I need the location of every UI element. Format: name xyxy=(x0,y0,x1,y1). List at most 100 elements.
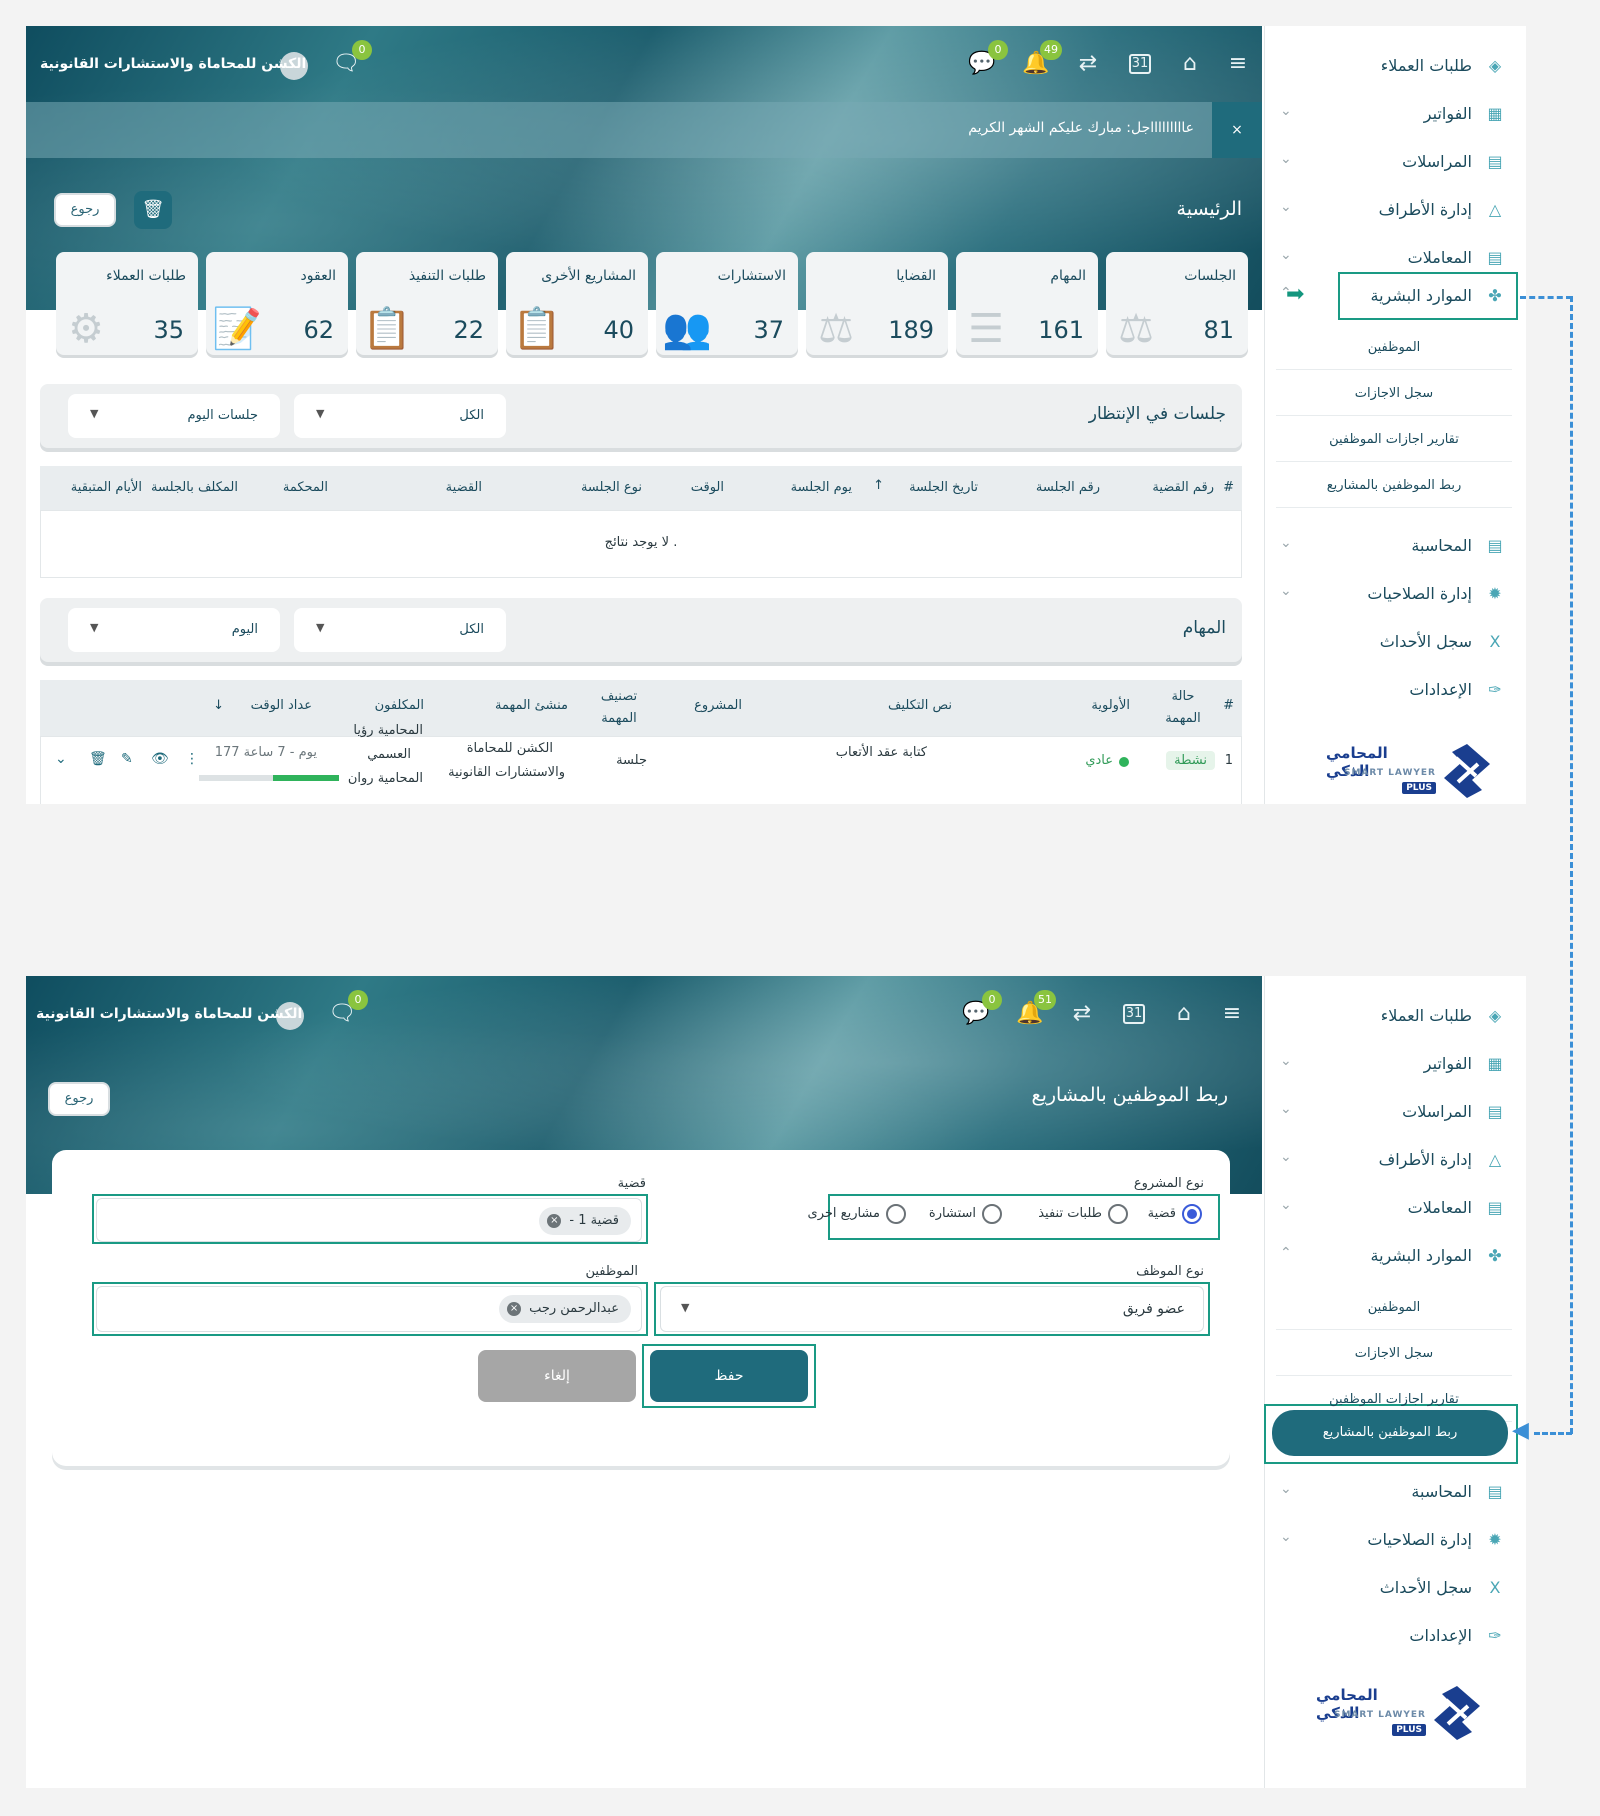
column-header[interactable]: الأولوية xyxy=(1091,698,1130,713)
chevron-down-icon[interactable]: ⌄ xyxy=(1280,535,1292,551)
column-header[interactable]: # xyxy=(1223,480,1234,495)
sidebar-item[interactable]: المعاملات ▤ ⌄ xyxy=(1276,1188,1512,1228)
menu-icon[interactable]: ≡ xyxy=(1222,48,1254,80)
sidebar-item[interactable]: الإعدادات ✑ xyxy=(1276,1616,1512,1656)
bell-icon[interactable]: 🔔 51 xyxy=(1014,990,1056,1030)
column-header[interactable]: المحكمة xyxy=(283,480,328,495)
stat-card[interactable]: الجلسات 81 ⚖ xyxy=(1106,252,1248,355)
sidebar-item[interactable]: إدارة الأطراف △ ⌄ xyxy=(1276,190,1512,230)
delete-button[interactable]: 🗑 xyxy=(134,191,172,229)
chevron-down-icon[interactable]: ⌄ xyxy=(55,751,67,767)
sidebar-item[interactable]: المحاسبة ▤ ⌄ xyxy=(1276,1472,1512,1512)
back-button[interactable]: رجوع xyxy=(54,193,116,227)
trash-icon[interactable]: 🗑 xyxy=(89,751,107,767)
case-chip[interactable]: × - قضية 1 xyxy=(539,1207,631,1235)
employees-select[interactable]: × عبدالرحمن رجب xyxy=(96,1286,642,1332)
chevron-down-icon[interactable]: ⌄ xyxy=(1280,583,1292,599)
edit-icon[interactable]: ✎ xyxy=(121,751,133,767)
chevron-down-icon[interactable]: ⌄ xyxy=(1280,103,1292,119)
sidebar-item[interactable]: الإعدادات ✑ xyxy=(1276,670,1512,710)
home-icon[interactable]: ⌂ xyxy=(1174,48,1206,80)
close-icon[interactable]: × xyxy=(507,1302,522,1316)
column-header[interactable]: نوع الجلسة xyxy=(581,480,642,495)
sidebar-item[interactable]: الفواتير ▦ ⌄ xyxy=(1276,1044,1512,1084)
toggle-icon[interactable]: ⇄ xyxy=(1072,48,1104,80)
column-header[interactable]: رقم القضية xyxy=(1152,480,1214,495)
stat-card[interactable]: المشاريع الأخرى 40 📋 xyxy=(506,252,648,355)
stat-card[interactable]: العقود 62 📝 xyxy=(206,252,348,355)
chevron-down-icon[interactable]: ⌄ xyxy=(1280,1529,1292,1545)
sidebar-item[interactable]: سجل الأحداث X xyxy=(1276,622,1512,662)
stat-card[interactable]: طلبات العملاء 35 ⚙ xyxy=(56,252,198,355)
tasks-filter-today[interactable]: اليوم ▼ xyxy=(68,608,280,652)
chevron-down-icon[interactable]: ⌄ xyxy=(1280,247,1292,263)
chevron-up-icon[interactable]: ⌃ xyxy=(1280,285,1292,301)
chevron-down-icon[interactable]: ⌄ xyxy=(1280,199,1292,215)
tasks-filter-all[interactable]: الكل ▼ xyxy=(294,608,506,652)
chevron-down-icon[interactable]: ⌄ xyxy=(1280,1053,1292,1069)
column-header[interactable]: يوم الجلسة xyxy=(791,480,852,495)
chat-icon[interactable]: 💬 0 xyxy=(960,990,1002,1030)
close-icon[interactable]: × xyxy=(547,1214,562,1228)
calendar-icon[interactable]: 31 xyxy=(1124,48,1156,80)
employee-type-select[interactable]: عضو فريق ▼ xyxy=(660,1286,1204,1332)
column-header[interactable]: نص التكليف xyxy=(888,698,952,713)
sessions-filter-all[interactable]: الكل ▼ xyxy=(294,394,506,438)
cancel-button[interactable]: إلغاء xyxy=(478,1350,636,1402)
chevron-down-icon[interactable]: ⌄ xyxy=(1280,1149,1292,1165)
chevron-up-icon[interactable]: ⌃ xyxy=(1280,1245,1292,1261)
sidebar-item[interactable]: الموارد البشرية ✤ ⌃ xyxy=(1276,276,1512,316)
column-header[interactable]: رقم الجلسة xyxy=(1036,480,1100,495)
column-header[interactable]: تصنيف المهمة xyxy=(596,686,642,730)
column-header[interactable]: تاريخ الجلسة xyxy=(909,480,978,495)
column-header[interactable]: المشروع xyxy=(694,698,742,713)
employee-chip[interactable]: × عبدالرحمن رجب xyxy=(499,1295,631,1323)
sidebar-item[interactable]: إدارة الصلاحيات ✹ ⌄ xyxy=(1276,1520,1512,1560)
column-header[interactable]: عداد الوقت xyxy=(251,698,312,713)
sessions-filter-today[interactable]: جلسات اليوم ▼ xyxy=(68,394,280,438)
column-header[interactable]: حالة المهمة xyxy=(1160,686,1206,730)
sidebar-subitem[interactable]: الموظفين xyxy=(1276,1286,1512,1330)
column-header[interactable]: المكلفون xyxy=(375,698,424,713)
column-header[interactable]: الأيام المتبقية xyxy=(71,480,142,495)
column-header[interactable]: القضية xyxy=(446,480,482,495)
stat-card[interactable]: المهام 161 ☰ xyxy=(956,252,1098,355)
chevron-down-icon[interactable]: ⌄ xyxy=(1280,1101,1292,1117)
more-icon[interactable]: ⋮ xyxy=(185,751,199,767)
column-header[interactable]: الوقت xyxy=(691,480,724,495)
bell-icon[interactable]: 🔔 49 xyxy=(1020,40,1062,80)
sidebar-item[interactable]: المحاسبة ▤ ⌄ xyxy=(1276,526,1512,566)
announcement-close-button[interactable]: × xyxy=(1212,102,1262,158)
calendar-icon[interactable]: 31 xyxy=(1118,998,1150,1030)
chat-icon[interactable]: 💬 0 xyxy=(966,40,1008,80)
sidebar-item[interactable]: المراسلات ▤ ⌄ xyxy=(1276,142,1512,182)
radio-circle[interactable] xyxy=(1182,1204,1202,1224)
sidebar-subitem[interactable]: ربط الموظفين بالمشاريع xyxy=(1276,464,1512,508)
stat-card[interactable]: طلبات التنفيذ 22 📋 xyxy=(356,252,498,355)
case-select[interactable]: × - قضية 1 xyxy=(96,1198,642,1242)
sidebar-item[interactable]: إدارة الأطراف △ ⌄ xyxy=(1276,1140,1512,1180)
sidebar-item[interactable]: المعاملات ▤ ⌄ xyxy=(1276,238,1512,278)
sidebar-item[interactable]: المراسلات ▤ ⌄ xyxy=(1276,1092,1512,1132)
radio-circle[interactable] xyxy=(886,1204,906,1224)
sidebar-item[interactable]: الموارد البشرية ✤ ⌃ xyxy=(1276,1236,1512,1276)
back-button[interactable]: رجوع xyxy=(48,1082,110,1116)
sidebar-item[interactable]: سجل الأحداث X xyxy=(1276,1568,1512,1608)
sidebar-subitem[interactable]: الموظفين xyxy=(1276,326,1512,370)
stat-card[interactable]: الاستشارات 37 👥 xyxy=(656,252,798,355)
sidebar-subitem[interactable]: ربط الموظفين بالمشاريع xyxy=(1272,1410,1508,1456)
sort-down-icon[interactable]: ↓ xyxy=(213,698,224,713)
chevron-down-icon[interactable]: ⌄ xyxy=(1280,1197,1292,1213)
column-header[interactable]: منشئ المهمة xyxy=(495,698,568,713)
messages-icon[interactable]: 🗨 0 xyxy=(330,40,372,80)
sidebar-item[interactable]: طلبات العملاء ◈ xyxy=(1276,996,1512,1036)
messages-icon[interactable]: 🗨 0 xyxy=(326,990,368,1030)
home-icon[interactable]: ⌂ xyxy=(1168,998,1200,1030)
sidebar-subitem[interactable]: سجل الاجازات xyxy=(1276,1332,1512,1376)
column-header[interactable]: المكلف بالجلسة xyxy=(151,480,238,495)
chevron-down-icon[interactable]: ⌄ xyxy=(1280,151,1292,167)
stat-card[interactable]: القضايا 189 ⚖ xyxy=(806,252,948,355)
sidebar-subitem[interactable]: سجل الاجازات xyxy=(1276,372,1512,416)
column-header[interactable]: # xyxy=(1223,698,1234,713)
menu-icon[interactable]: ≡ xyxy=(1216,998,1248,1030)
